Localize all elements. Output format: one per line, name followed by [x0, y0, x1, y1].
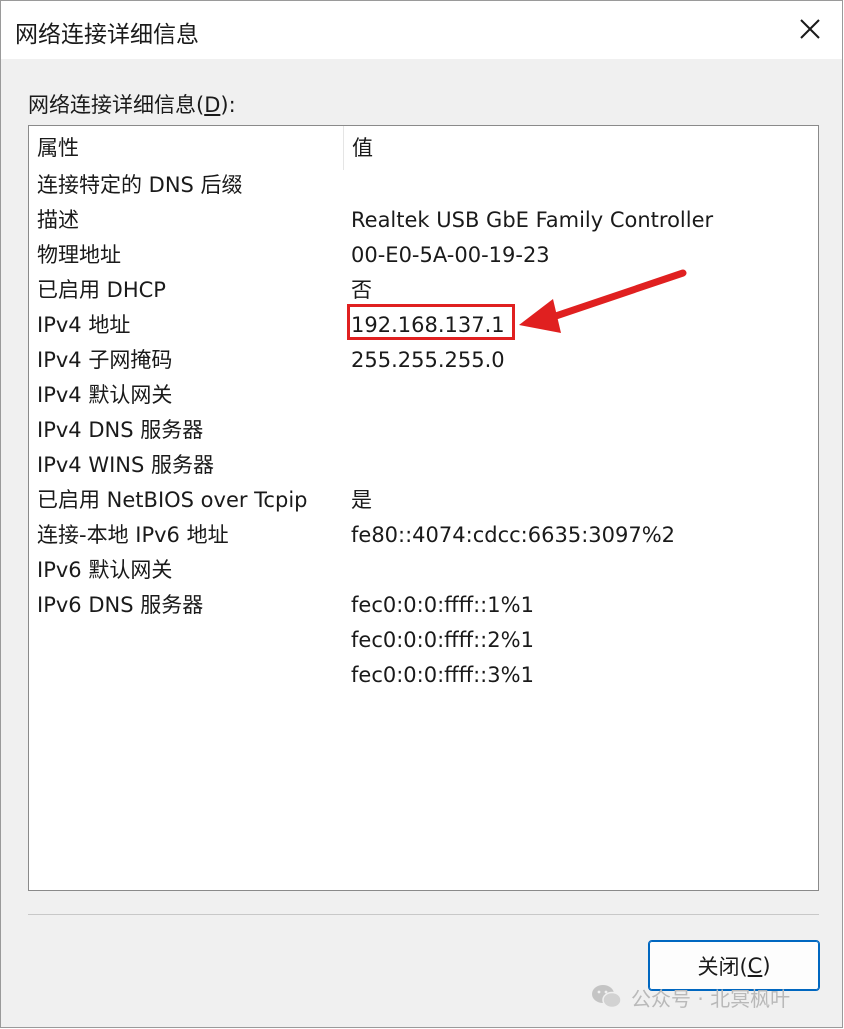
details-listview[interactable]: 属性 值 连接特定的 DNS 后缀 描述 Realtek USB GbE Famil… — [28, 125, 819, 891]
table-row[interactable]: fec0:0:0:ffff::2%1 — [29, 623, 818, 658]
property-cell: IPv4 WINS 服务器 — [37, 453, 214, 477]
table-row[interactable]: 描述 Realtek USB GbE Family Controller — [29, 203, 818, 238]
property-cell: IPv4 默认网关 — [37, 383, 173, 407]
table-row[interactable]: IPv6 默认网关 — [29, 553, 818, 588]
value-cell: fec0:0:0:ffff::3%1 — [351, 663, 534, 687]
property-cell: IPv6 默认网关 — [37, 558, 173, 582]
table-row[interactable]: IPv4 默认网关 — [29, 378, 818, 413]
network-details-dialog: 网络连接详细信息 网络连接详细信息(D): 属性 值 连接特定的 DNS 后缀描… — [0, 0, 843, 1028]
table-row[interactable]: IPv4 WINS 服务器 — [29, 448, 818, 483]
value-cell: 否 — [351, 278, 372, 302]
table-row[interactable]: IPv6 DNS 服务器 fec0:0:0:ffff::1%1 — [29, 588, 818, 623]
table-row[interactable]: 连接特定的 DNS 后缀 — [29, 168, 818, 203]
column-header-value[interactable]: 值 — [343, 126, 818, 170]
property-cell: IPv4 地址 — [37, 313, 131, 337]
title-bar: 网络连接详细信息 — [1, 1, 842, 59]
table-row[interactable]: 已启用 DHCP 否 — [29, 273, 818, 308]
window-title: 网络连接详细信息 — [15, 22, 199, 48]
close-window-button[interactable] — [792, 11, 828, 47]
property-cell: 描述 — [37, 208, 79, 232]
property-cell: 连接-本地 IPv6 地址 — [37, 523, 229, 547]
table-row[interactable]: IPv4 DNS 服务器 — [29, 413, 818, 448]
table-row[interactable]: 物理地址 00-E0-5A-00-19-23 — [29, 238, 818, 273]
watermark: 公众号 · 北冥枫叶 — [591, 981, 790, 1013]
column-header-property[interactable]: 属性 — [29, 126, 343, 170]
property-cell: 连接特定的 DNS 后缀 — [37, 173, 243, 197]
property-cell: 已启用 NetBIOS over Tcpip — [37, 488, 308, 512]
watermark-text: 公众号 · 北冥枫叶 — [631, 986, 791, 1011]
value-cell: 是 — [351, 488, 372, 512]
close-icon — [800, 19, 820, 39]
table-row[interactable]: 已启用 NetBIOS over Tcpip 是 — [29, 483, 818, 518]
property-cell: IPv6 DNS 服务器 — [37, 593, 204, 617]
property-cell: 已启用 DHCP — [37, 278, 166, 302]
table-row[interactable]: IPv4 子网掩码 255.255.255.0 — [29, 343, 818, 378]
annotation-highlight-box — [347, 304, 515, 340]
details-group-label: 网络连接详细信息(D): — [28, 93, 236, 117]
property-cell: 物理地址 — [37, 243, 121, 267]
property-cell: IPv4 子网掩码 — [37, 348, 173, 372]
wechat-icon — [592, 985, 622, 1009]
listview-rows: 连接特定的 DNS 后缀 描述 Realtek USB GbE Family Con… — [29, 168, 818, 693]
property-cell: IPv4 DNS 服务器 — [37, 418, 204, 442]
table-row[interactable]: fec0:0:0:ffff::3%1 — [29, 658, 818, 693]
value-cell: 255.255.255.0 — [351, 348, 505, 372]
value-cell: fec0:0:0:ffff::2%1 — [351, 628, 534, 652]
table-row[interactable]: 连接-本地 IPv6 地址 fe80::4074:cdcc:6635:3097%2 — [29, 518, 818, 553]
arrow-icon — [519, 269, 687, 333]
value-cell: fe80::4074:cdcc:6635:3097%2 — [351, 523, 676, 547]
value-cell: fec0:0:0:ffff::1%1 — [351, 593, 534, 617]
value-cell: Realtek USB GbE Family Controller — [351, 208, 714, 232]
separator-line — [28, 914, 819, 915]
